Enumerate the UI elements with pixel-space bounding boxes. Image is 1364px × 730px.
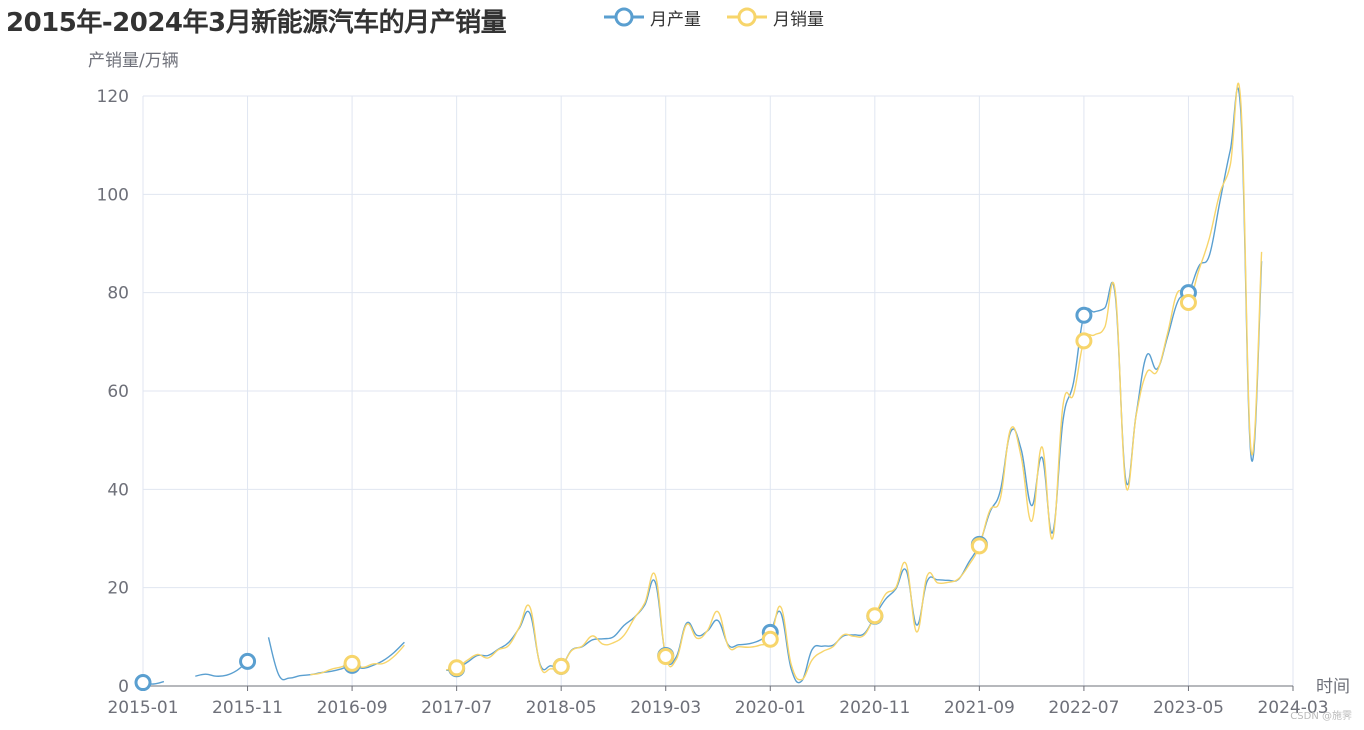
- data-point-marker[interactable]: [1179, 294, 1197, 311]
- series-line-segment: [446, 87, 1263, 684]
- y-tick-label: 120: [97, 87, 129, 107]
- watermark: CSDN @施霁: [1290, 711, 1352, 722]
- x-tick-label: 2015-01: [107, 698, 178, 718]
- x-tick-label: 2020-11: [839, 698, 910, 718]
- data-point-marker[interactable]: [552, 657, 570, 675]
- data-point-marker[interactable]: [1075, 332, 1093, 350]
- y-tick-label: 40: [107, 480, 129, 500]
- chart-plot-area: 0 20 40 60 80 100 120 2015-01 2015-11 2016-09 201…: [88, 51, 1350, 718]
- x-tick-label: 2015-11: [212, 698, 283, 718]
- data-point-marker[interactable]: [866, 607, 884, 625]
- x-tick-label: 2023-05: [1153, 698, 1224, 718]
- x-tick-label: 2020-01: [735, 698, 806, 718]
- x-tick-label: 2018-05: [526, 698, 597, 718]
- data-point-marker[interactable]: [1075, 306, 1093, 324]
- y-axis-label: 产销量/万辆: [88, 51, 179, 71]
- data-point-marker[interactable]: [134, 674, 152, 692]
- y-tick-label: 20: [107, 579, 129, 599]
- x-tick-label: 2022-07: [1048, 698, 1119, 718]
- series-line-segment: [446, 82, 1263, 681]
- data-point-marker[interactable]: [761, 630, 779, 648]
- series-0: [142, 87, 1263, 685]
- data-point-marker[interactable]: [970, 537, 988, 555]
- y-tick-label: 60: [107, 382, 129, 402]
- data-point-marker[interactable]: [657, 648, 675, 665]
- data-point-marker[interactable]: [343, 654, 361, 672]
- x-tick-label: 2016-09: [317, 698, 388, 718]
- x-tick-label: 2019-03: [630, 698, 701, 718]
- y-tick-label: 80: [107, 284, 129, 304]
- x-tick-label: 2017-07: [421, 698, 492, 718]
- series-1: [310, 82, 1263, 681]
- y-tick-label: 100: [97, 185, 129, 205]
- x-tick-label: 2021-09: [944, 698, 1015, 718]
- data-point-marker[interactable]: [239, 652, 257, 670]
- y-tick-label: 0: [118, 677, 129, 697]
- series-line-segment: [267, 637, 405, 681]
- data-point-marker[interactable]: [448, 659, 466, 677]
- x-axis-label: 时间: [1316, 677, 1350, 697]
